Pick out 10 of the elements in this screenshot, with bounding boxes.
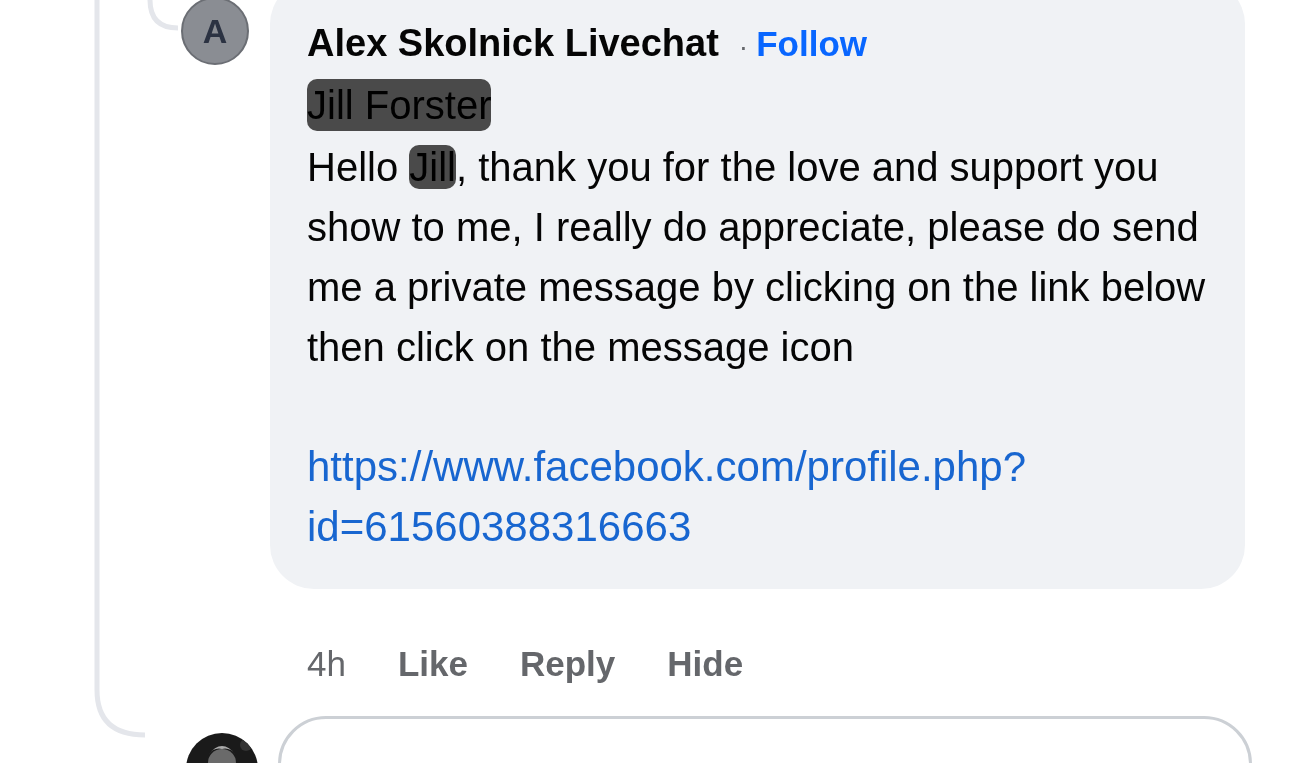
- author-name[interactable]: Alex Skolnick Livechat: [307, 22, 719, 64]
- comment-action[interactable]: Like: [397, 638, 468, 691]
- profile-link[interactable]: https://www.facebook.com/profile.php? id=61560388316663: [307, 437, 1027, 557]
- comment-text: Hello Jill, thank you for the love and support you show to me, I really do appreciate, please do send me a private message by clicking on the link below then click on the message icon: [307, 144, 1207, 371]
- avatar[interactable]: A: [181, 0, 249, 65]
- separator-dot: ·: [738, 31, 749, 62]
- comment-action[interactable]: Reply: [520, 638, 616, 691]
- follow-link[interactable]: Follow: [756, 24, 867, 63]
- comment-action[interactable]: Hide: [667, 638, 744, 691]
- comment-time: 4h: [307, 643, 346, 685]
